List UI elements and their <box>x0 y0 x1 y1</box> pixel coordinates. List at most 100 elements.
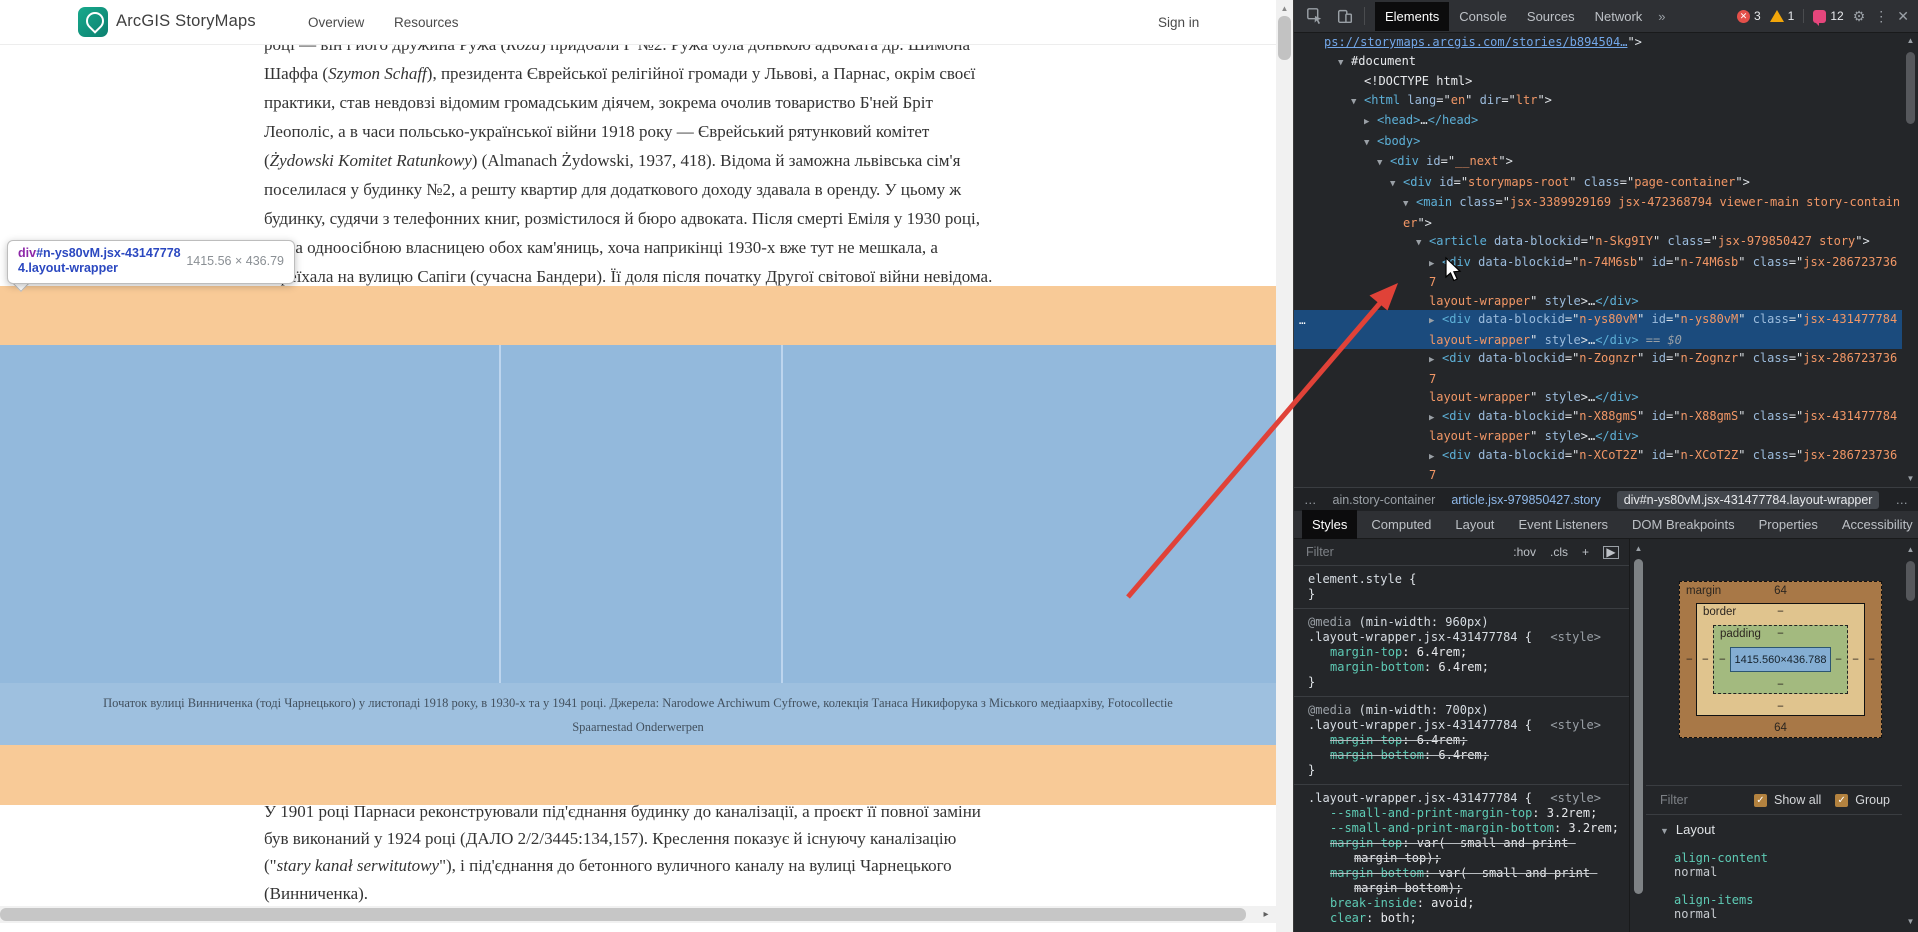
dom-tree-row[interactable]: ▼ <main class="jsx-3389929169 jsx-4723687… <box>1294 193 1902 232</box>
css-property[interactable]: margin-top: var(--small-and-print-margin… <box>1308 836 1629 866</box>
nav-overview[interactable]: Overview <box>308 15 364 30</box>
dom-tree-row[interactable]: ▶ <div data-blockid="n-X88gmS" id="n-X88g… <box>1294 407 1902 446</box>
expand-triangle-icon[interactable]: ▶ <box>1429 255 1442 274</box>
show-all-checkbox[interactable]: ✓ <box>1754 793 1767 807</box>
css-property[interactable]: --small-and-print-margin-bottom: 3.2rem; <box>1308 821 1629 836</box>
style-rule[interactable]: @media (min-width: 700px) .layout-wrapper… <box>1294 697 1629 785</box>
scroll-down-icon[interactable]: ▼ <box>1902 474 1918 483</box>
warning-badge[interactable]: 1 <box>1769 9 1794 23</box>
dom-tree-row-selected[interactable]: … ▶ <div data-blockid="n-ys80vM" id="n-ys8… <box>1294 310 1902 349</box>
panel-tab-computed[interactable]: Computed <box>1361 510 1441 539</box>
devtools-tab-elements[interactable]: Elements <box>1375 1 1450 31</box>
settings-gear-icon[interactable]: ⚙ <box>1853 8 1866 25</box>
group-checkbox[interactable]: ✓ <box>1835 793 1849 807</box>
dom-tree-row[interactable]: ▼ <div id="storymaps-root" class="page-co… <box>1294 173 1902 194</box>
dom-tree-row[interactable]: ▼ <div id="__next"> <box>1294 152 1902 173</box>
collapse-triangle-icon[interactable]: ▼ <box>1351 93 1364 112</box>
devtools-tab-sources[interactable]: Sources <box>1517 2 1585 31</box>
breadcrumb-item[interactable]: ain.story-container <box>1333 493 1436 507</box>
breadcrumb-item[interactable]: … <box>1304 493 1317 507</box>
box-model-diagram[interactable]: margin 64 64 − − border − − − − padding … <box>1679 581 1882 738</box>
issues-badge[interactable]: 12 <box>1803 9 1844 26</box>
panel-tab-dom-breakpoints[interactable]: DOM Breakpoints <box>1622 510 1745 539</box>
dom-tree-row[interactable]: ▼ <article data-blockid="n-Skg9IY" class=… <box>1294 232 1902 253</box>
kebab-menu-icon[interactable]: ⋮ <box>1874 8 1888 25</box>
border-bottom-value[interactable]: − <box>1697 701 1864 713</box>
margin-bottom-value[interactable]: 64 <box>1680 722 1881 734</box>
margin-left-value[interactable]: − <box>1686 654 1693 666</box>
expand-triangle-icon[interactable]: ▶ <box>1429 351 1442 370</box>
new-rule-button[interactable]: + <box>1582 545 1589 559</box>
css-property[interactable]: --small-and-print-margin-top: 3.2rem; <box>1308 806 1629 821</box>
expand-triangle-icon[interactable]: ▶ <box>1429 312 1442 331</box>
row-actions-dots[interactable]: … <box>1299 312 1307 331</box>
collapse-triangle-icon[interactable]: ▼ <box>1364 134 1377 153</box>
collapse-triangle-icon[interactable]: ▼ <box>1390 175 1403 194</box>
element-state-icon[interactable]: ▶ <box>1603 545 1619 559</box>
close-devtools-icon[interactable]: ✕ <box>1897 8 1909 25</box>
stylesheet-source-link[interactable]: <style> <box>1550 630 1601 645</box>
dom-tree-row[interactable]: ▼ #document <box>1294 52 1902 73</box>
scroll-up-icon[interactable]: ▲ <box>1902 36 1918 45</box>
collapse-triangle-icon[interactable]: ▼ <box>1416 234 1429 253</box>
panel-tab-styles[interactable]: Styles <box>1302 510 1358 539</box>
dom-tree-row[interactable]: ▼ <html lang="en" dir="ltr"> <box>1294 91 1902 112</box>
devtools-tab-console[interactable]: Console <box>1449 2 1517 31</box>
sidebar-scrollbar[interactable]: ▲ ▼ <box>1902 539 1918 932</box>
stylesheet-source-link[interactable]: <style> <box>1550 718 1601 733</box>
breadcrumb-item[interactable]: article.jsx-979850427.story <box>1451 493 1600 507</box>
padding-bottom-value[interactable]: − <box>1714 679 1847 691</box>
scroll-down-icon[interactable]: ▼ <box>1902 917 1918 926</box>
breadcrumb-item[interactable]: … <box>1895 493 1908 507</box>
scroll-up-button[interactable]: ▲ <box>1276 1 1293 16</box>
more-tabs-chevron[interactable]: » <box>1658 9 1665 24</box>
error-badge[interactable]: ✕ 3 <box>1736 9 1761 23</box>
style-rule[interactable]: @media (min-width: 960px) .layout-wrapper… <box>1294 609 1629 697</box>
collapse-triangle-icon[interactable]: ▼ <box>1377 154 1390 173</box>
padding-right-value[interactable]: − <box>1835 654 1842 666</box>
horizontal-scrollbar[interactable]: ▸ <box>0 906 1276 923</box>
scroll-right-button[interactable]: ▸ <box>1258 906 1274 923</box>
collapse-triangle-icon[interactable]: ▼ <box>1338 54 1351 73</box>
dom-tree-row[interactable]: ▶ <div data-blockid="n-Zognzr" id="n-Zogn… <box>1294 349 1902 407</box>
css-property[interactable]: margin-bottom: var(--small-and-print-mar… <box>1308 866 1629 896</box>
styles-scroll-thumb[interactable] <box>1634 559 1643 894</box>
css-property[interactable]: clear: both; <box>1308 911 1629 926</box>
panel-tab-event-listeners[interactable]: Event Listeners <box>1508 510 1618 539</box>
border-right-value[interactable]: − <box>1852 654 1859 666</box>
border-left-value[interactable]: − <box>1702 654 1709 666</box>
dom-scroll-thumb[interactable] <box>1906 52 1915 124</box>
panel-tab-properties[interactable]: Properties <box>1749 510 1828 539</box>
hscroll-thumb[interactable] <box>0 908 1246 921</box>
expand-triangle-icon[interactable]: ▶ <box>1364 113 1377 132</box>
expand-triangle-icon[interactable]: ▶ <box>1429 448 1442 467</box>
css-property[interactable]: margin-top: 6.4rem; <box>1308 645 1629 660</box>
computed-property[interactable]: align-items normal <box>1646 893 1902 921</box>
sidebar-scroll-thumb[interactable] <box>1906 561 1915 601</box>
style-rule[interactable]: .layout-wrapper.jsx-431477784 {<style> --… <box>1294 785 1629 932</box>
css-property[interactable]: margin-bottom: 6.4rem; <box>1308 660 1629 675</box>
hov-toggle[interactable]: :hov <box>1513 545 1536 559</box>
stylesheet-source-link[interactable]: <style> <box>1550 791 1601 806</box>
nav-resources[interactable]: Resources <box>394 15 459 30</box>
computed-filter-input[interactable]: Filter <box>1660 793 1688 807</box>
dom-tree-row[interactable]: ps://storymaps.arcgis.com/stories/b89450… <box>1294 33 1902 52</box>
css-property[interactable]: break-inside: avoid; <box>1308 896 1629 911</box>
dom-tree-row[interactable]: ▶ <div data-blockid="n-XCoT2Z" id="n-XCoT… <box>1294 446 1902 489</box>
margin-right-value[interactable]: − <box>1868 654 1875 666</box>
scroll-up-icon[interactable]: ▲ <box>1630 544 1647 553</box>
vertical-scrollbar[interactable]: ▲ <box>1276 0 1293 932</box>
dom-tree-row[interactable]: ▶ <head>…</head> <box>1294 111 1902 132</box>
style-rule[interactable]: element.style {} <box>1294 566 1629 609</box>
box-model-border[interactable]: border − − − − padding − − − − 1415.560×… <box>1696 603 1865 716</box>
dom-tree-row[interactable]: ▶ <div data-blockid="n-74M6sb" id="n-74M6… <box>1294 253 1902 311</box>
vscroll-thumb[interactable] <box>1278 16 1291 60</box>
box-model-padding[interactable]: padding − − − − 1415.560×436.788 <box>1713 625 1848 694</box>
collapse-triangle-icon[interactable]: ▼ <box>1403 195 1416 214</box>
cls-toggle[interactable]: .cls <box>1550 545 1568 559</box>
css-property[interactable]: margin-bottom: 6.4rem; <box>1308 748 1629 763</box>
computed-property[interactable]: align-content normal <box>1646 851 1902 879</box>
panel-tab-layout[interactable]: Layout <box>1445 510 1504 539</box>
dom-tree-row[interactable]: ▼ <body> <box>1294 132 1902 153</box>
scroll-up-icon[interactable]: ▲ <box>1902 545 1918 554</box>
